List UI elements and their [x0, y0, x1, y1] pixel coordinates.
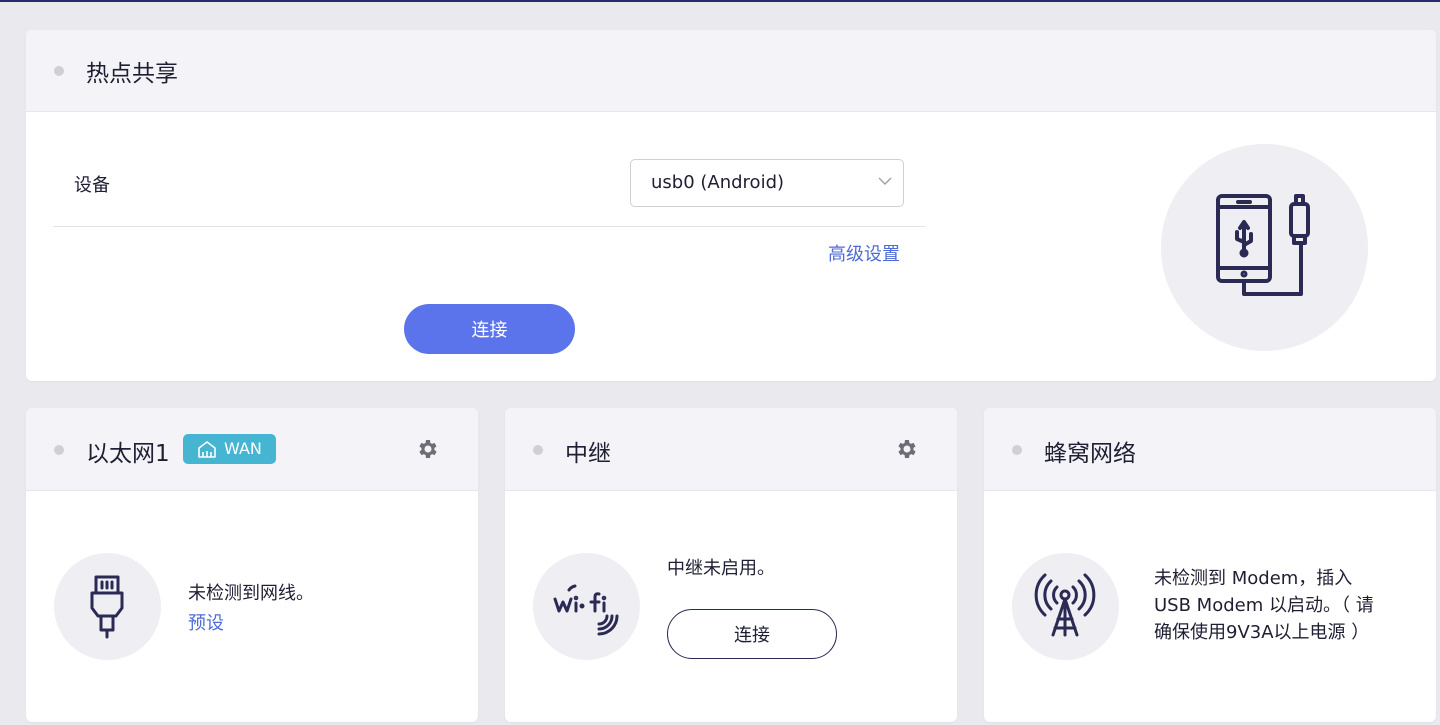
cellular-status-line2: USB Modem 以启动。（ 请	[1154, 595, 1374, 616]
device-select-value: usb0 (Android)	[651, 172, 785, 193]
ethernet-cable-icon	[90, 575, 124, 639]
cellular-status-line3: 确保使用9V3A以上电源 ）	[1154, 622, 1370, 643]
wan-badge-label: WAN	[224, 439, 262, 458]
hotspot-connect-button[interactable]: 连接	[404, 304, 575, 354]
chevron-down-icon	[878, 177, 892, 185]
hotspot-illustration	[1161, 144, 1368, 351]
cellular-card: 蜂窝网络 未检测到 Modem，插入 USB Modem 以启动。（ 请 确保使…	[984, 408, 1436, 722]
cell-tower-icon	[1034, 573, 1096, 637]
relay-status: 中继未启用。	[667, 558, 775, 579]
ethernet-icon-circle	[54, 553, 161, 660]
router-icon	[198, 441, 216, 458]
divider	[53, 226, 925, 227]
status-dot	[1012, 445, 1022, 455]
preset-link[interactable]: 预设	[188, 609, 224, 635]
cellular-title: 蜂窝网络	[1044, 441, 1136, 467]
hotspot-title: 热点共享	[86, 61, 178, 87]
relay-card-header: 中继	[505, 408, 957, 491]
status-dot	[533, 445, 543, 455]
ethernet-title: 以太网1	[86, 441, 170, 467]
status-dot	[54, 66, 64, 76]
device-select[interactable]: usb0 (Android)	[630, 159, 904, 207]
ethernet-card: 以太网1 WAN 未检测到网线。 预设	[26, 408, 478, 722]
hotspot-card-header: 热点共享	[26, 30, 1436, 112]
top-accent-line	[0, 0, 1440, 2]
ethernet-status: 未检测到网线。	[188, 583, 314, 604]
ethernet-card-header: 以太网1 WAN	[26, 408, 478, 491]
advanced-settings-link[interactable]: 高级设置	[828, 240, 900, 266]
wifi-icon	[553, 584, 619, 636]
cellular-icon-circle	[1012, 553, 1119, 660]
relay-connect-button[interactable]: 连接	[667, 609, 837, 659]
relay-icon-circle	[533, 553, 640, 660]
phone-usb-icon	[1216, 194, 1310, 296]
cellular-status-line1: 未检测到 Modem，插入	[1154, 568, 1353, 589]
gear-icon[interactable]	[895, 437, 919, 461]
cellular-card-header: 蜂窝网络	[984, 408, 1436, 491]
wan-badge: WAN	[183, 434, 276, 464]
relay-title: 中继	[565, 441, 611, 467]
device-label: 设备	[74, 175, 110, 196]
relay-card: 中继 中继未启用。 连接	[505, 408, 957, 722]
hotspot-card: 热点共享 设备 usb0 (Android) 高级设置 连接	[26, 30, 1436, 381]
status-dot	[54, 445, 64, 455]
gear-icon[interactable]	[416, 437, 440, 461]
